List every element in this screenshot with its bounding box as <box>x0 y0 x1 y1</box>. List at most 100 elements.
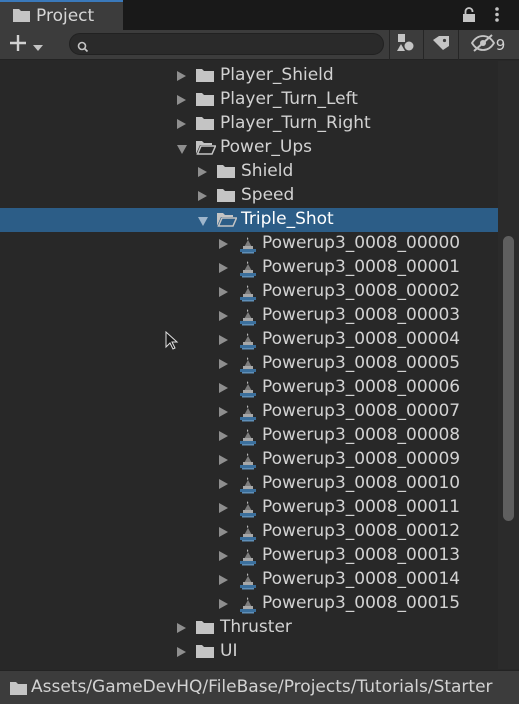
sprite-asset-icon <box>238 572 258 594</box>
tree-item-label: Powerup3_0008_00010 <box>262 473 461 493</box>
sprite-asset-icon <box>238 356 258 378</box>
folder-row[interactable]: Player_Turn_Right <box>0 112 498 136</box>
hidden-packages-count: 9 <box>495 36 506 54</box>
expand-arrow-right-icon[interactable] <box>219 551 228 561</box>
path-bar: Assets/GameDevHQ/FileBase/Projects/Tutor… <box>0 670 519 704</box>
asset-row[interactable]: Powerup3_0008_00012 <box>0 520 498 544</box>
tree-item-label: Player_Turn_Right <box>220 113 371 133</box>
asset-row[interactable]: Powerup3_0008_00002 <box>0 280 498 304</box>
tree-item-label: Powerup3_0008_00005 <box>262 353 461 373</box>
asset-row[interactable]: Powerup3_0008_00011 <box>0 496 498 520</box>
asset-row[interactable]: Powerup3_0008_00003 <box>0 304 498 328</box>
vertical-scrollbar[interactable] <box>498 61 519 669</box>
search-field[interactable] <box>69 33 384 55</box>
search-by-label-button[interactable] <box>424 30 457 60</box>
expand-arrow-right-icon[interactable] <box>219 335 228 345</box>
expand-arrow-right-icon[interactable] <box>219 311 228 321</box>
expand-arrow-right-icon[interactable] <box>219 239 228 249</box>
folder-row[interactable]: Power_Ups <box>0 136 498 160</box>
tree-item-label: Player_Shield <box>220 65 334 85</box>
folder-row[interactable]: Speed <box>0 184 498 208</box>
expand-arrow-right-icon[interactable] <box>177 647 186 657</box>
toolbar-separator <box>458 30 459 60</box>
sprite-asset-icon <box>238 236 258 258</box>
tab-project[interactable]: Project <box>0 0 123 30</box>
sprite-asset-icon <box>238 284 258 306</box>
asset-row[interactable]: Powerup3_0008_00009 <box>0 448 498 472</box>
folder-row[interactable]: Player_Shield <box>0 64 498 88</box>
asset-row[interactable]: Powerup3_0008_00006 <box>0 376 498 400</box>
sprite-asset-icon <box>238 500 258 522</box>
expand-arrow-right-icon[interactable] <box>177 623 186 633</box>
plus-icon <box>8 33 28 57</box>
folder-icon <box>217 164 235 183</box>
expand-arrow-right-icon[interactable] <box>219 431 228 441</box>
sprite-asset-icon <box>238 596 258 618</box>
expand-arrow-right-icon[interactable] <box>219 383 228 393</box>
lock-icon[interactable] <box>462 6 476 27</box>
tree-item-label: Powerup3_0008_00006 <box>262 377 461 397</box>
tag-icon <box>432 35 450 55</box>
folder-icon <box>196 116 214 135</box>
asset-row[interactable]: Powerup3_0008_00000 <box>0 232 498 256</box>
tree-item-label: Thruster <box>220 617 292 637</box>
expand-arrow-right-icon[interactable] <box>219 599 228 609</box>
asset-row[interactable]: Powerup3_0008_00010 <box>0 472 498 496</box>
asset-row[interactable]: Powerup3_0008_00005 <box>0 352 498 376</box>
tree-item-label: Powerup3_0008_00012 <box>262 521 461 541</box>
tree-item-label: Player_Turn_Left <box>220 89 358 109</box>
folder-row[interactable]: Triple_Shot <box>0 208 498 232</box>
create-button[interactable] <box>8 33 50 57</box>
folder-row[interactable]: Player_Turn_Left <box>0 88 498 112</box>
expand-arrow-right-icon[interactable] <box>219 503 228 513</box>
sprite-asset-icon <box>238 548 258 570</box>
expand-arrow-right-icon[interactable] <box>177 119 186 129</box>
expand-arrow-right-icon[interactable] <box>177 95 186 105</box>
expand-arrow-right-icon[interactable] <box>219 359 228 369</box>
folder-icon <box>10 680 27 699</box>
tree-item-label: Powerup3_0008_00008 <box>262 425 461 445</box>
hidden-packages-button[interactable]: 9 <box>460 30 516 60</box>
asset-row[interactable]: Powerup3_0008_00001 <box>0 256 498 280</box>
folder-icon <box>196 92 214 111</box>
expand-arrow-right-icon[interactable] <box>198 191 207 201</box>
folder-icon <box>196 644 214 663</box>
more-options-icon[interactable] <box>494 6 500 27</box>
folder-icon <box>217 188 235 207</box>
asset-row[interactable]: Powerup3_0008_00004 <box>0 328 498 352</box>
sprite-asset-icon <box>238 308 258 330</box>
tree-item-label: Powerup3_0008_00015 <box>262 593 461 613</box>
asset-row[interactable]: Powerup3_0008_00007 <box>0 400 498 424</box>
expand-arrow-right-icon[interactable] <box>219 455 228 465</box>
expand-arrow-right-icon[interactable] <box>219 527 228 537</box>
expand-arrow-right-icon[interactable] <box>219 287 228 297</box>
expand-arrow-right-icon[interactable] <box>198 167 207 177</box>
project-toolbar: 9 <box>0 30 519 60</box>
asset-row[interactable]: Powerup3_0008_00008 <box>0 424 498 448</box>
tree-item-label: Powerup3_0008_00011 <box>262 497 461 517</box>
asset-row[interactable]: Powerup3_0008_00013 <box>0 544 498 568</box>
asset-row[interactable]: Powerup3_0008_00014 <box>0 568 498 592</box>
expand-arrow-right-icon[interactable] <box>177 71 186 81</box>
expand-arrow-down-icon[interactable] <box>198 217 208 226</box>
scrollbar-thumb[interactable] <box>503 236 514 521</box>
tree-item-label: Powerup3_0008_00009 <box>262 449 461 469</box>
sprite-asset-icon <box>238 524 258 546</box>
sprite-asset-icon <box>238 260 258 282</box>
expand-arrow-right-icon[interactable] <box>219 407 228 417</box>
sprite-asset-icon <box>238 476 258 498</box>
search-icon <box>77 38 89 57</box>
folder-open-icon <box>217 212 238 231</box>
folder-row[interactable]: Thruster <box>0 616 498 640</box>
expand-arrow-right-icon[interactable] <box>219 263 228 273</box>
asset-row[interactable]: Powerup3_0008_00015 <box>0 592 498 616</box>
search-input[interactable] <box>94 35 378 55</box>
search-by-type-button[interactable] <box>390 30 422 60</box>
expand-arrow-down-icon[interactable] <box>177 145 187 154</box>
folder-row[interactable]: UI <box>0 640 498 664</box>
tree-item-label: Triple_Shot <box>241 209 334 229</box>
expand-arrow-right-icon[interactable] <box>219 575 228 585</box>
chevron-down-icon <box>33 36 43 55</box>
folder-row[interactable]: Shield <box>0 160 498 184</box>
expand-arrow-right-icon[interactable] <box>219 479 228 489</box>
